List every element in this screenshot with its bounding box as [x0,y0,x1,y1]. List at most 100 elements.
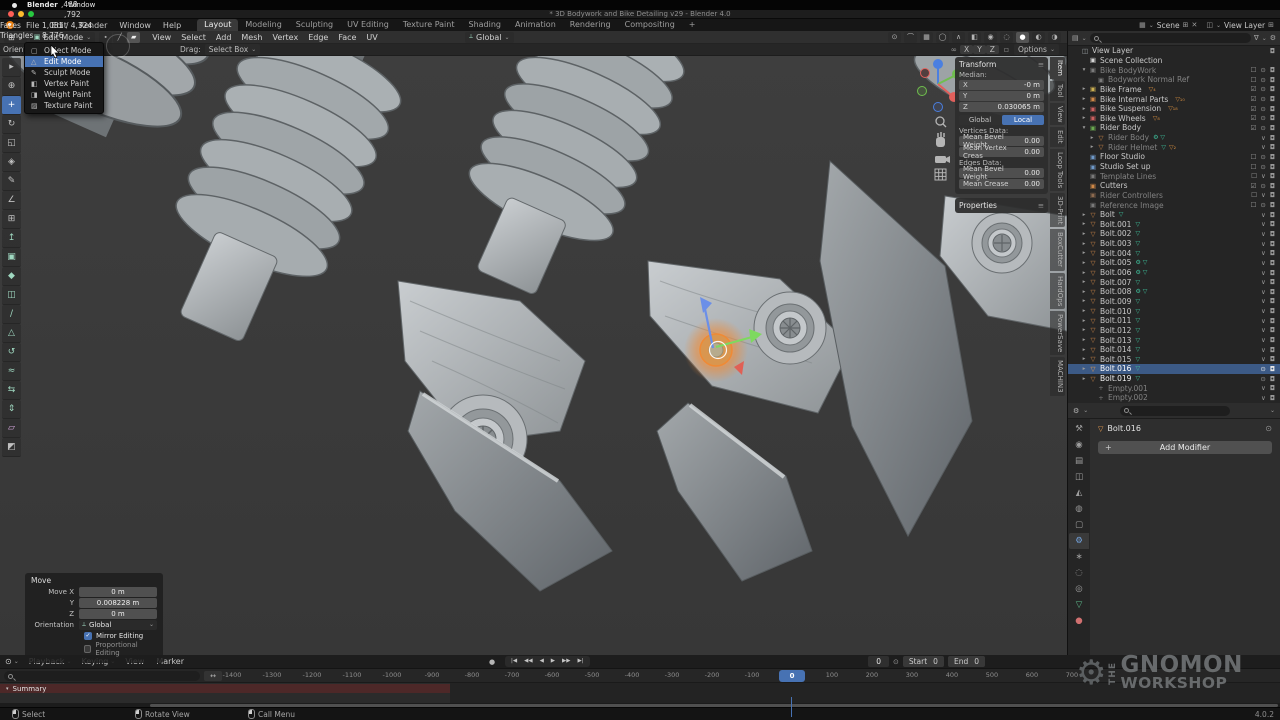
visibility-toggle-icons[interactable]: ☑ ⊙ ◘ [1250,85,1276,93]
filter-icon[interactable]: ∇ [1254,34,1259,42]
expand-arrow-icon[interactable]: ▸ [1080,96,1088,102]
visibility-toggle-icons[interactable]: ∨ ◘ [1261,230,1276,238]
outliner-row[interactable]: ▸ ▽ Bolt.019 ▽ ⊙ ◘ [1068,374,1280,384]
outliner-row[interactable]: ▸ ▽ Bolt.006 ⚙ ▽ ∨ ◘ [1068,268,1280,278]
visibility-toggle-icons[interactable]: ∨ ◘ [1261,346,1276,354]
options-dropdown[interactable]: Options⌄ [1014,44,1059,55]
toolbar-tool[interactable]: ◫ [2,286,21,305]
outliner-search-input[interactable] [1090,33,1251,43]
edge-data-field[interactable]: Mean Bevel Weight0.00 [959,168,1044,178]
toolbar-tool[interactable]: ⊞ [2,210,21,229]
workspace-tab[interactable]: Modeling [238,19,288,31]
viewport-header-icon[interactable]: ● [1016,32,1029,43]
move-field-value[interactable]: 0.008228 m [79,598,157,608]
macos-app-menu[interactable]: Blender [27,1,58,9]
outliner-row[interactable]: ▸ ▽ Bolt.001 ▽ ∨ ◘ [1068,220,1280,230]
properties-tab-tool[interactable]: ⚒ [1069,421,1089,437]
viewport-header-icon[interactable]: ◧ [968,32,981,43]
expand-arrow-icon[interactable]: ▸ [1088,135,1096,141]
mode-menu-item[interactable]: ▨ Texture Paint [25,100,103,111]
outliner-item-label[interactable]: Bodywork Normal Ref [1108,75,1189,84]
outliner-row[interactable]: ▸ ▽ Bolt.002 ▽ ∨ ◘ [1068,229,1280,239]
expand-arrow-icon[interactable]: ▸ [1080,298,1088,304]
unlink-scene-icon[interactable]: ✕ [1192,21,1198,29]
outliner-row[interactable]: + Empty.002 ∨ ◘ [1068,393,1280,403]
visibility-toggle-icons[interactable]: ☑ ⊙ ◘ [1250,105,1276,113]
mirror-axis-button[interactable]: Y [973,45,986,54]
current-frame-field[interactable]: 0 [868,656,889,667]
outliner-row[interactable]: ▸ ▣ Bike Internal Parts ▽₁₀ ☑ ⊙ ◘ [1068,94,1280,104]
visibility-toggle-icons[interactable]: ∨ ◘ [1261,211,1276,219]
expand-arrow-icon[interactable]: ▸ [1080,376,1088,382]
outliner-item-label[interactable]: Bolt.003 [1100,239,1131,248]
move-field-row[interactable]: Y0.008228 m [31,598,157,608]
visibility-toggle-icons[interactable]: ∨ ◘ [1261,143,1276,151]
outliner-item-label[interactable]: Bolt.011 [1100,316,1131,325]
playhead[interactable]: 0 [779,670,805,682]
visibility-toggle-icons[interactable]: ∨ ◘ [1261,355,1276,363]
workspace-tab[interactable]: Rendering [563,19,618,31]
outliner-row[interactable]: ▸ ▽ Bolt ▽ ∨ ◘ [1068,210,1280,220]
mode-menu-item[interactable]: ◨ Weight Paint [25,89,103,100]
outliner-item-label[interactable]: Bike BodyWork [1100,66,1156,75]
outliner-row[interactable]: ◫ View Layer ◘ [1068,46,1280,56]
outliner-item-label[interactable]: Bolt.002 [1100,229,1131,238]
viewport-header-icon[interactable]: ◉ [984,32,997,43]
outliner-row[interactable]: ▸ ▽ Rider Helmet ▽ ▽₂ ∨ ◘ [1068,142,1280,152]
outliner-item-label[interactable]: Bolt.008 [1100,287,1131,296]
outliner-row[interactable]: ▣ Reference Image ☐ ⊙ ◘ [1068,200,1280,210]
transport-button[interactable]: ▶▶ [559,657,573,666]
toolbar-tool[interactable]: ⇕ [2,400,21,419]
outliner-item-label[interactable]: Bike Suspension [1100,104,1161,113]
visibility-toggle-icons[interactable]: ☐ ∨ ◘ [1251,172,1276,180]
outliner-row[interactable]: ▸ ▽ Bolt.004 ▽ ∨ ◘ [1068,248,1280,258]
viewport-header-icon[interactable]: ◌ [1000,32,1013,43]
stopwatch-icon[interactable]: ⊙ [893,658,899,666]
visibility-toggle-icons[interactable]: ☐ ⊙ ◘ [1250,163,1276,171]
mode-menu-item[interactable]: ▢ Object Mode [25,45,103,56]
outliner-item-label[interactable]: Bolt.009 [1100,297,1131,306]
n-panel-tab[interactable]: Item [1050,57,1065,79]
topbar-menu[interactable]: Help [157,21,187,30]
expand-arrow-icon[interactable]: ▸ [1080,86,1088,92]
visibility-toggle-icons[interactable]: ∨ ◘ [1261,394,1276,402]
snap-base-icon[interactable]: ▫ [1004,45,1009,54]
visibility-toggle-icons[interactable]: ∨ ◘ [1261,336,1276,344]
viewport-menu[interactable]: UV [361,33,382,42]
mode-menu-item[interactable]: △ Edit Mode [25,56,103,67]
outliner-row[interactable]: ▾ ▣ Bike BodyWork ☐ ⊙ ◘ [1068,65,1280,75]
outliner-item-label[interactable]: Scene Collection [1100,56,1162,65]
vertex-data-field[interactable]: Mean Vertex Creas0.00 [959,147,1044,157]
outliner-row[interactable]: ▸ ▽ Bolt.009 ▽ ∨ ◘ [1068,297,1280,307]
outliner-row[interactable]: ▣ Bodywork Normal Ref ☐ ⊙ ◘ [1068,75,1280,85]
workspace-tab[interactable]: Layout [197,19,238,31]
global-button[interactable]: Global [959,115,1001,125]
properties-tab-object[interactable]: ▢ [1069,517,1089,533]
properties-tab-modifiers[interactable]: ⚙ [1069,533,1089,549]
visibility-toggle-icons[interactable]: ☐ ⊙ ◘ [1250,201,1276,209]
visibility-toggle-icons[interactable]: ∨ ◘ [1261,317,1276,325]
toolbar-tool[interactable]: ↥ [2,229,21,248]
outliner-row[interactable]: ▣ Floor Studio ☐ ⊙ ◘ [1068,152,1280,162]
workspace-tab[interactable]: Animation [508,19,563,31]
toolbar-tool[interactable]: ◆ [2,267,21,286]
expand-arrow-icon[interactable]: ▾ [1080,67,1088,73]
n-panel-tab[interactable]: Edit [1050,127,1065,147]
viewport-header-icon[interactable]: ⌒ [904,32,917,43]
new-scene-icon[interactable]: ⊞ [1183,21,1189,29]
workspace-tab[interactable]: Texture Paint [396,19,462,31]
viewport-header-icon[interactable]: ▦ [920,32,933,43]
outliner-item-label[interactable]: Rider Controllers [1100,191,1163,200]
properties-search-input[interactable] [1120,406,1230,416]
properties-tab-output[interactable]: ▤ [1069,453,1089,469]
outliner-row[interactable]: ▸ ▣ Bike Frame ▽₄ ☑ ⊙ ◘ [1068,85,1280,95]
n-panel-tab[interactable]: MACHIN3 [1050,357,1065,396]
toolbar-tool[interactable]: △ [2,324,21,343]
outliner-item-label[interactable]: Bolt.016 [1100,364,1131,373]
viewport-menu[interactable]: View [147,33,176,42]
visibility-toggle-icons[interactable]: ⊙ ◘ [1260,375,1276,383]
workspace-tab[interactable]: UV Editing [340,19,396,31]
visibility-toggle-icons[interactable]: ☑ ⊙ ◘ [1250,124,1276,132]
visibility-toggle-icons[interactable]: ∨ ◘ [1261,220,1276,228]
local-button[interactable]: Local [1002,115,1044,125]
